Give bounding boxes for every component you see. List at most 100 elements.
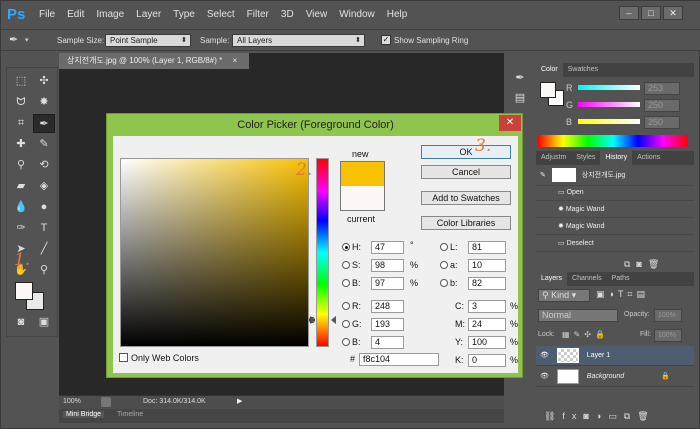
hue-field[interactable]: 47: [371, 241, 404, 254]
tab-history[interactable]: History: [600, 151, 633, 165]
show-ring-checkbox[interactable]: ✓: [381, 35, 391, 45]
add-to-swatches-button[interactable]: Add to Swatches: [421, 191, 511, 205]
tab-swatches[interactable]: Swatches: [563, 63, 603, 77]
menu-3d[interactable]: 3D: [275, 1, 300, 29]
sample-dropdown[interactable]: All Layers ⬍: [232, 34, 365, 47]
blue-radio[interactable]: [342, 338, 350, 346]
menu-type[interactable]: Type: [167, 1, 201, 29]
menu-edit[interactable]: Edit: [61, 1, 90, 29]
tab-paths[interactable]: Paths: [607, 272, 635, 286]
red-slider-track[interactable]: [578, 85, 640, 90]
green-value[interactable]: 250: [644, 99, 680, 112]
layers-footer-icons[interactable]: ⛓fx◙◑▭⧉🗑: [544, 411, 656, 422]
hex-field[interactable]: f8c104: [359, 353, 439, 366]
lab-a-field[interactable]: 10: [468, 259, 506, 272]
zoom-tool-icon[interactable]: ⚲: [33, 261, 55, 280]
foreground-color-swatch[interactable]: [15, 282, 33, 300]
tool-preset-arrow-icon[interactable]: ▾: [25, 36, 29, 44]
menu-select[interactable]: Select: [201, 1, 241, 29]
blue-value[interactable]: 250: [644, 116, 680, 129]
red-radio[interactable]: [342, 302, 350, 310]
dodge-tool-icon[interactable]: ●: [33, 198, 55, 217]
blur-tool-icon[interactable]: 💧: [10, 198, 32, 217]
history-footer-icons[interactable]: ⧉◙🗑: [624, 259, 665, 270]
history-item[interactable]: ▭ Deselect: [536, 236, 694, 252]
red-value[interactable]: 253: [644, 82, 680, 95]
paint-bucket-tool-icon[interactable]: ◈: [33, 177, 55, 196]
history-brush-tool-icon[interactable]: ⟲: [33, 156, 55, 175]
layer-kind-filter[interactable]: ⚲ Kind ▾: [538, 289, 590, 302]
eyedropper-info-icon[interactable]: ✒: [509, 69, 531, 88]
red-slider[interactable]: R 253: [540, 82, 690, 96]
menu-view[interactable]: View: [300, 1, 334, 29]
menu-file[interactable]: File: [33, 1, 61, 29]
blue-slider[interactable]: B 250: [540, 116, 690, 130]
visibility-eye-icon[interactable]: 👁: [540, 373, 549, 380]
tab-styles[interactable]: Styles: [571, 151, 600, 165]
saturation-field[interactable]: 98: [371, 259, 404, 272]
eraser-tool-icon[interactable]: ▰: [10, 177, 32, 196]
color-panel-fg-swatch[interactable]: [540, 82, 556, 98]
document-close-icon[interactable]: ×: [232, 56, 237, 65]
tab-channels[interactable]: Channels: [567, 272, 607, 286]
close-window-button[interactable]: ✕: [663, 6, 683, 20]
screen-mode-icon[interactable]: ▣: [33, 313, 55, 332]
sample-size-dropdown[interactable]: Point Sample ⬍: [105, 34, 191, 47]
yellow-field[interactable]: 100: [468, 336, 506, 349]
lab-l-radio[interactable]: [440, 243, 448, 251]
history-snapshot[interactable]: ✎ 상지전개도.jpg: [536, 166, 694, 186]
lab-b-field[interactable]: 82: [468, 277, 506, 290]
marquee-tool-icon[interactable]: ⬚: [10, 72, 32, 91]
layer-row-background[interactable]: 👁 Background 🔒: [536, 367, 694, 387]
zoom-level[interactable]: 100%: [63, 398, 81, 405]
brush-tool-icon[interactable]: ✎: [33, 135, 55, 154]
move-tool-icon[interactable]: ✣: [33, 72, 55, 91]
color-ramp[interactable]: [538, 135, 688, 147]
lasso-tool-icon[interactable]: ᗢ: [10, 93, 32, 112]
saturation-brightness-field[interactable]: [120, 158, 309, 347]
document-tab[interactable]: 상지전개도.jpg @ 100% (Layer 1, RGB/8#) * ×: [59, 53, 249, 69]
healing-brush-tool-icon[interactable]: ✚: [10, 135, 32, 154]
brightness-radio[interactable]: [342, 279, 350, 287]
dialog-close-button[interactable]: ✕: [499, 115, 521, 131]
opacity-field[interactable]: 100%: [654, 309, 682, 322]
menu-help[interactable]: Help: [381, 1, 414, 29]
color-sample-marker[interactable]: [309, 317, 315, 323]
cyan-field[interactable]: 3: [468, 300, 506, 313]
tab-mini-bridge[interactable]: Mini Bridge: [63, 411, 105, 418]
tab-actions[interactable]: Actions: [632, 151, 665, 165]
eyedropper-tool-icon[interactable]: ✒: [33, 114, 55, 133]
tab-layers[interactable]: Layers: [536, 272, 568, 286]
crop-tool-icon[interactable]: ⌗: [10, 114, 32, 133]
history-item[interactable]: ▭ Open: [536, 185, 694, 201]
blend-mode-dropdown[interactable]: Normal: [538, 309, 618, 322]
clone-stamp-tool-icon[interactable]: ⚲: [10, 156, 32, 175]
lock-icons[interactable]: ▦✎✣🔒: [562, 330, 609, 339]
current-color-swatch[interactable]: [340, 186, 385, 211]
layer-filter-icons[interactable]: ▣◑T⌗▤: [596, 289, 649, 300]
hue-radio[interactable]: [342, 243, 350, 251]
tab-color[interactable]: Color: [536, 63, 563, 77]
color-libraries-button[interactable]: Color Libraries: [421, 216, 511, 230]
layer-row-layer1[interactable]: 👁 Layer 1: [536, 346, 694, 366]
red-field[interactable]: 248: [371, 300, 404, 313]
green-slider[interactable]: G 250: [540, 99, 690, 113]
lab-l-field[interactable]: 81: [468, 241, 506, 254]
minimize-button[interactable]: –: [619, 6, 639, 20]
visibility-eye-icon[interactable]: 👁: [540, 352, 549, 359]
pen-tool-icon[interactable]: ✑: [10, 219, 32, 238]
blue-field[interactable]: 4: [371, 336, 404, 349]
menu-window[interactable]: Window: [333, 1, 381, 29]
history-item[interactable]: ✸ Magic Wand: [536, 219, 694, 235]
only-web-colors-checkbox[interactable]: [119, 353, 128, 362]
brush-panel-icon[interactable]: ▤: [509, 89, 531, 108]
menu-layer[interactable]: Layer: [130, 1, 167, 29]
hue-slider-right-handle[interactable]: [331, 316, 336, 324]
status-icon[interactable]: [101, 397, 111, 407]
green-field[interactable]: 193: [371, 318, 404, 331]
fill-field[interactable]: 100%: [654, 329, 682, 342]
history-item[interactable]: ✸ Magic Wand: [536, 202, 694, 218]
hue-slider[interactable]: [316, 158, 329, 347]
green-slider-track[interactable]: [578, 102, 640, 107]
type-tool-icon[interactable]: T: [33, 219, 55, 238]
